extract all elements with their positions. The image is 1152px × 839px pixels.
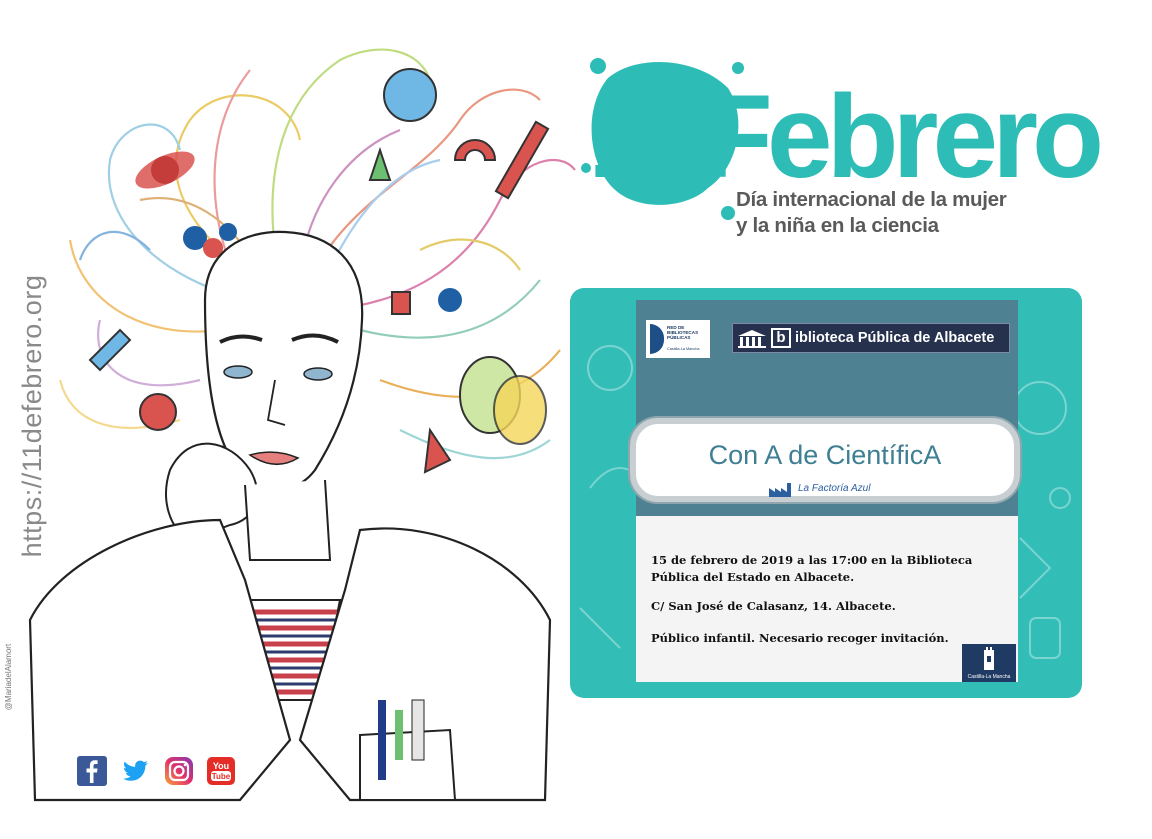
event-date-place: 15 de febrero de 2019 a las 17:00 en la …: [651, 553, 973, 584]
website-url[interactable]: https://11defebrero.org: [12, 266, 52, 566]
organizer-name: La Factoría Azul: [798, 483, 871, 494]
scientist-illustration: [28, 48, 576, 802]
subtitle-line-2: y la niña en la ciencia: [736, 214, 939, 237]
facebook-icon[interactable]: [77, 756, 107, 786]
youtube-word-2: Tube: [212, 772, 231, 781]
library-b-letter: b: [771, 328, 791, 348]
instagram-icon[interactable]: [164, 756, 194, 786]
subtitle-line-1: Día internacional de la mujer: [736, 188, 1007, 211]
twitter-icon[interactable]: [120, 756, 150, 786]
youtube-icon[interactable]: You Tube: [206, 756, 236, 786]
event-title: Con A de CientíficA: [708, 440, 942, 470]
factoria-azul-logo: La Factoría Azul: [768, 482, 878, 498]
castilla-la-mancha-logo: Castilla-La Mancha: [962, 644, 1016, 682]
red-bibliotecas-mark: [650, 324, 664, 354]
event-audience: Público infantil. Necesario recoger invi…: [651, 631, 949, 645]
factory-icon: [769, 483, 791, 497]
region-name: Castilla-La Mancha: [967, 674, 1011, 680]
red-bibliotecas-logo: RED DE BIBLIOTECAS PÚBLICAS Castilla-La …: [646, 320, 710, 358]
artist-credit: @MariadelAlamort: [4, 643, 13, 711]
library-name: iblioteca Pública de Albacete: [795, 330, 995, 346]
red-bibliotecas-text: RED DE BIBLIOTECAS PÚBLICAS: [667, 325, 699, 341]
biblioteca-albacete-logo: b iblioteca Pública de Albacete: [732, 323, 1010, 353]
library-building-icon: [738, 330, 766, 348]
castle-crest-icon: [984, 647, 994, 670]
title-11-febrero: 11Febrero: [588, 71, 1104, 203]
red-bibliotecas-region: Castilla-La Mancha: [667, 347, 700, 351]
event-address: C/ San José de Calasanz, 14. Albacete.: [651, 599, 896, 613]
youtube-word-1: You: [213, 761, 229, 771]
